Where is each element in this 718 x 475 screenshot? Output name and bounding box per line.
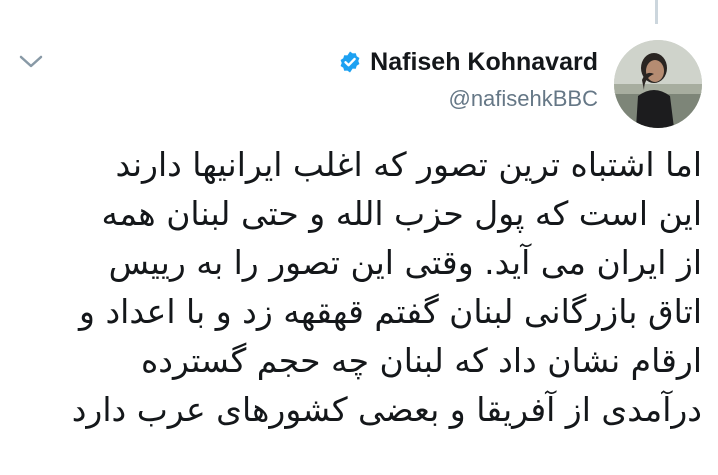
avatar[interactable] (614, 40, 702, 128)
tweet-text-line: ارقام نشان داد که لبنان چه حجم گسترده (141, 341, 702, 380)
tweet-text-line: از ایران می آید. وقتی این تصور را به ریی… (108, 243, 702, 282)
tweet-text-line: این است که پول حزب الله و حتی لبنان همه (101, 194, 702, 233)
verified-badge-icon (338, 50, 362, 74)
tweet-text-line: درآمدی از آفریقا و بعضی کشورهای عرب دارد (71, 390, 702, 429)
author-name-row: Nafiseh Kohnavard (338, 44, 598, 80)
author-display-name[interactable]: Nafiseh Kohnavard (370, 48, 598, 77)
tweet-text-line: اما اشتباه ترین تصور که اغلب ایرانیها دا… (115, 145, 703, 184)
tweet-text-line: اتاق بازرگانی لبنان گفتم قهقهه زد و با ا… (79, 292, 702, 331)
thread-connector-line (655, 0, 658, 24)
tweet-author-header: Nafiseh Kohnavard @nafisehkBBC (338, 44, 598, 112)
tweet-text: اما اشتباه ترین تصور که اغلب ایرانیها دا… (20, 140, 702, 434)
chevron-down-icon[interactable] (18, 52, 44, 72)
author-handle[interactable]: @nafisehkBBC (338, 86, 598, 112)
